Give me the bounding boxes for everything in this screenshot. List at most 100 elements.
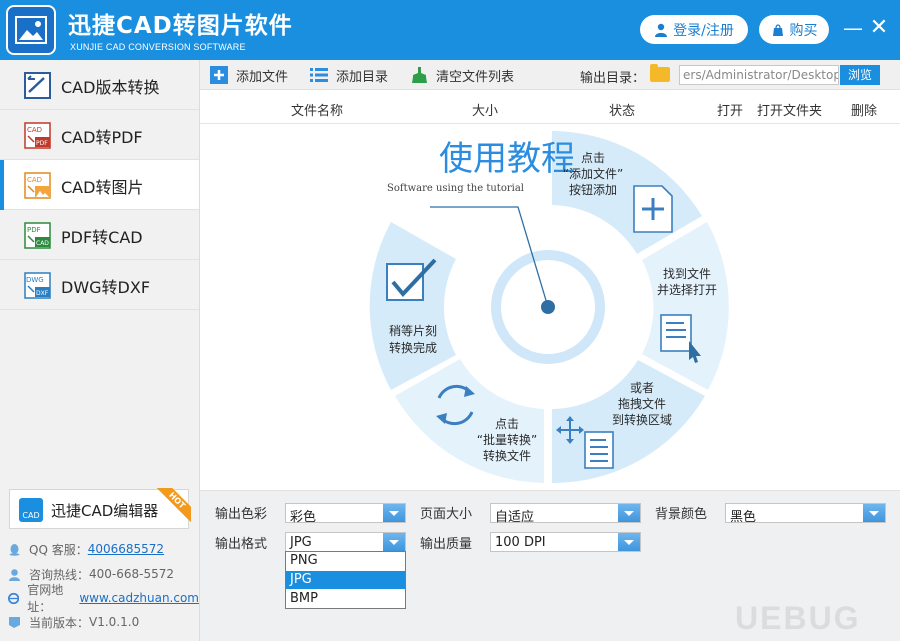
sidebar-item-label: PDF转CAD — [61, 228, 143, 247]
hot-badge: HOT — [157, 488, 191, 522]
step1-line1: 点击 — [581, 151, 605, 165]
step2-line1: 找到文件 — [663, 266, 711, 281]
sidebar-item-dwg-to-dxf[interactable]: DWG DXF DWG转DXF — [0, 260, 199, 310]
page-size-value: 自适应 — [495, 510, 535, 525]
output-format-label: 输出格式 — [215, 537, 268, 552]
hotline-value: 400-668-5572 — [89, 567, 175, 581]
file-list-header: 文件名称 大小 状态 打开 打开文件夹 删除 — [200, 91, 900, 124]
file-toolbar: 添加文件 添加目录 清空文件列表 输出目录： ers/Administrator… — [200, 60, 900, 90]
svg-text:CAD: CAD — [36, 240, 49, 247]
format-option-bmp[interactable]: BMP — [286, 590, 405, 608]
sidebar-item-cad-to-image[interactable]: CAD CAD转图片 — [0, 160, 199, 210]
folder-icon[interactable] — [650, 64, 670, 82]
bag-icon — [772, 23, 783, 36]
sidebar-item-label: CAD转PDF — [61, 128, 143, 147]
hotline-label: 咨询热线： — [29, 567, 90, 582]
step5-line2: 转换完成 — [389, 340, 437, 355]
background-color-value: 黑色 — [730, 510, 757, 525]
pdf-to-cad-icon: PDF CAD — [24, 222, 51, 249]
drop-area-tutorial[interactable]: 使用教程 Software using the tutorial 点击 “添加文… — [200, 124, 900, 490]
step1-line2: “添加文件” — [563, 166, 623, 181]
output-options-panel: 输出色彩 彩色 页面大小 自适应 背景颜色 黑色 输出格式 JPG 输出质量 1… — [200, 490, 900, 560]
website-link[interactable]: www.cadzhuan.com — [79, 591, 199, 605]
minimize-button[interactable]: — — [842, 17, 864, 39]
add-document-icon — [633, 185, 673, 233]
column-status: 状态 — [609, 104, 636, 119]
cad-to-pdf-icon: CAD PDF — [24, 122, 51, 149]
chevron-down-icon[interactable] — [383, 533, 405, 551]
close-button[interactable]: ✕ — [868, 17, 890, 39]
watermark-logo: UEBUG — [735, 600, 861, 636]
clear-list-label: 清空文件列表 — [436, 69, 515, 85]
sidebar-item-pdf-to-cad[interactable]: PDF CAD PDF转CAD — [0, 210, 199, 260]
qq-label: QQ 客服： — [29, 542, 88, 557]
buy-button[interactable]: 购买 — [759, 15, 829, 44]
svg-text:PDF: PDF — [36, 140, 48, 147]
output-quality-label: 输出质量 — [420, 537, 473, 552]
sidebar: CAD版本转换 CAD PDF CAD转PDF CAD CAD转图片 PDF C… — [0, 60, 200, 641]
qq-number-link[interactable]: 4006685572 — [88, 542, 164, 556]
qq-support-row: QQ 客服： 4006685572 — [8, 540, 164, 558]
output-quality-select[interactable]: 100 DPI — [490, 532, 641, 552]
output-color-value: 彩色 — [290, 510, 317, 525]
svg-text:CAD: CAD — [27, 126, 42, 134]
chevron-down-icon[interactable] — [863, 504, 885, 522]
headset-icon — [9, 568, 20, 581]
output-color-select[interactable]: 彩色 — [285, 503, 406, 525]
column-delete: 删除 — [851, 104, 878, 119]
column-size: 大小 — [472, 104, 499, 119]
plus-icon — [210, 66, 228, 84]
add-directory-button[interactable]: 添加目录 — [310, 66, 389, 85]
background-color-label: 背景颜色 — [655, 507, 708, 522]
website-label: 官网地址： — [27, 583, 64, 614]
info-icon — [9, 616, 20, 628]
version-row: 当前版本： V1.0.1.0 — [8, 613, 139, 631]
sidebar-item-label: DWG转DXF — [61, 278, 151, 297]
tutorial-title: 使用教程 — [439, 139, 575, 179]
sidebar-item-cad-version[interactable]: CAD版本转换 — [0, 60, 199, 110]
output-path-field[interactable]: ers/Administrator/Desktop — [679, 65, 839, 85]
add-directory-label: 添加目录 — [336, 69, 389, 85]
tutorial-wheel: 使用教程 Software using the tutorial 点击 “添加文… — [369, 131, 729, 484]
sidebar-item-cad-to-pdf[interactable]: CAD PDF CAD转PDF — [0, 110, 199, 160]
format-option-png[interactable]: PNG — [286, 552, 405, 570]
broom-icon — [412, 67, 427, 83]
step3-line2: 拖拽文件 — [618, 396, 666, 411]
add-file-label: 添加文件 — [236, 69, 289, 85]
add-file-button[interactable]: 添加文件 — [210, 66, 289, 85]
svg-text:PDF: PDF — [27, 226, 41, 234]
chevron-down-icon[interactable] — [618, 533, 640, 551]
sidebar-item-label: CAD版本转换 — [61, 78, 160, 97]
browse-button[interactable]: 浏览 — [840, 65, 880, 85]
dwg-to-dxf-icon: DWG DXF — [24, 272, 51, 299]
login-button[interactable]: 登录/注册 — [640, 15, 748, 44]
user-icon — [655, 23, 668, 37]
version-label: 当前版本： — [29, 615, 90, 630]
step1-line3: 按钮添加 — [569, 182, 617, 197]
chevron-down-icon[interactable] — [383, 504, 405, 522]
format-option-jpg[interactable]: JPG — [286, 571, 405, 589]
chevron-down-icon[interactable] — [618, 504, 640, 522]
clear-list-button[interactable]: 清空文件列表 — [410, 66, 515, 85]
output-format-select[interactable]: JPG — [285, 532, 406, 552]
cad-to-image-icon: CAD — [24, 172, 51, 199]
list-icon — [310, 68, 328, 82]
svg-text:DXF: DXF — [36, 290, 49, 297]
login-label: 登录/注册 — [673, 22, 734, 39]
step4-line1: 点击 — [495, 417, 519, 431]
background-color-select[interactable]: 黑色 — [725, 503, 886, 525]
sidebar-item-label: CAD转图片 — [61, 178, 144, 197]
step4-line3: 转换文件 — [483, 448, 531, 463]
website-row: 官网地址： www.cadzhuan.com — [8, 583, 199, 614]
svg-text:DWG: DWG — [26, 276, 44, 284]
column-open: 打开 — [717, 104, 744, 119]
cad-version-icon — [24, 72, 51, 99]
page-size-label: 页面大小 — [420, 507, 473, 522]
step3-line1: 或者 — [630, 381, 654, 395]
cad-editor-link[interactable]: CAD 迅捷CAD编辑器 HOT — [9, 488, 191, 529]
title-bar: 迅捷CAD转图片软件 XUNJIE CAD CONVERSION SOFTWAR… — [0, 0, 900, 60]
app-title: 迅捷CAD转图片软件 — [68, 13, 293, 39]
output-color-label: 输出色彩 — [215, 507, 268, 522]
page-size-select[interactable]: 自适应 — [490, 503, 641, 525]
version-value: V1.0.1.0 — [89, 615, 140, 629]
